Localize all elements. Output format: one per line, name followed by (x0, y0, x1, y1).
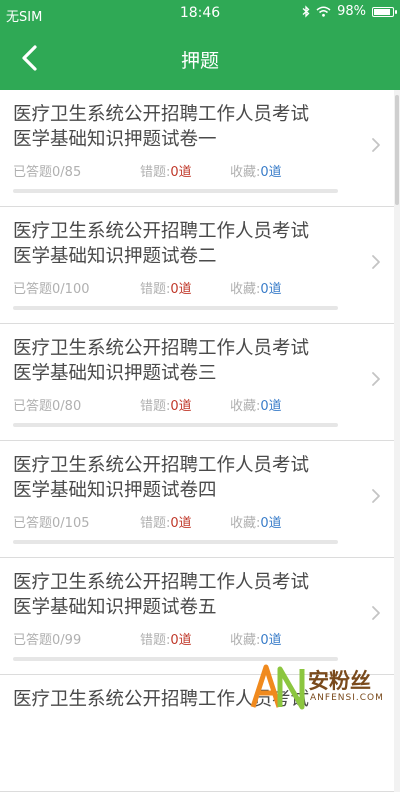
answered-value: 0/99 (52, 633, 82, 648)
wrong-value: 0道 (170, 516, 192, 531)
exam-title-line1: 医疗卫生系统公开招聘工作人员考试 (13, 338, 310, 359)
answered-count: 已答题0/105 (13, 512, 89, 531)
favorite-label: 收藏: (230, 165, 261, 180)
favorite-value: 0道 (260, 282, 282, 297)
status-icons: 98% (302, 4, 397, 19)
progress-bar (13, 540, 338, 544)
chevron-right-icon (372, 255, 380, 269)
wrong-label: 错题: (140, 516, 171, 531)
exam-title-line2: 医学基础知识押题试卷一 (13, 129, 217, 150)
wrong-label: 错题: (140, 282, 171, 297)
wrong-value: 0道 (170, 633, 192, 648)
answered-count: 已答题0/100 (13, 278, 89, 297)
favorite-label: 收藏: (230, 516, 261, 531)
status-bar: 无SIM 18:46 98% (0, 0, 400, 27)
favorite-value: 0道 (260, 633, 282, 648)
watermark-subtext: ANFENSI.COM (310, 693, 384, 703)
wrong-count: 错题:0道 (140, 395, 192, 414)
answered-value: 0/100 (52, 282, 90, 297)
favorite-value: 0道 (260, 516, 282, 531)
answered-count: 已答题0/80 (13, 395, 81, 414)
watermark-text: 安粉丝 (308, 669, 371, 693)
exam-title-line1: 医疗卫生系统公开招聘工作人员考试 (13, 104, 310, 125)
battery-percent: 98% (337, 4, 366, 19)
exam-title-line1: 医疗卫生系统公开招聘工作人员考试 (13, 572, 310, 593)
exam-item[interactable]: 医疗卫生系统公开招聘工作人员考试 医学基础知识押题试卷五 已答题0/99 错题:0道收… (0, 558, 394, 675)
exam-title: 医疗卫生系统公开招聘工作人员考试 医学基础知识押题试卷一 (13, 102, 343, 152)
exam-item[interactable]: 医疗卫生系统公开招聘工作人员考试 医学基础知识押题试卷一 已答题0/85 错题:0道收… (0, 90, 394, 207)
exam-title: 医疗卫生系统公开招聘工作人员考试 医学基础知识押题试卷三 (13, 336, 343, 386)
scrollbar-thumb[interactable] (395, 95, 399, 205)
wrong-count: 错题:0道 (140, 629, 192, 648)
answered-value: 0/80 (52, 399, 82, 414)
answered-label: 已答题 (13, 633, 53, 648)
bluetooth-icon (302, 5, 310, 18)
favorite-label: 收藏: (230, 399, 261, 414)
page-title: 押题 (180, 50, 219, 72)
exam-item[interactable]: 医疗卫生系统公开招聘工作人员考试 医学基础知识押题试卷三 已答题0/80 错题:0道收… (0, 324, 394, 441)
exam-item[interactable]: 医疗卫生系统公开招聘工作人员考试 医学基础知识押题试卷二 已答题0/100 错题:0道… (0, 207, 394, 324)
answered-label: 已答题 (13, 399, 53, 414)
battery-fill (374, 8, 390, 15)
exam-title: 医疗卫生系统公开招聘工作人员考试 医学基础知识押题试卷四 (13, 453, 343, 503)
progress-bar (13, 189, 338, 193)
favorite-label: 收藏: (230, 633, 261, 648)
wifi-icon (316, 6, 331, 17)
answered-count: 已答题0/85 (13, 161, 81, 180)
favorite-value: 0道 (260, 165, 282, 180)
watermark-logo: 安粉丝 ANFENSI.COM (250, 661, 400, 711)
progress-bar (13, 306, 338, 310)
exam-item[interactable]: 医疗卫生系统公开招聘工作人员考试 医学基础知识押题试卷四 已答题0/105 错题:0道… (0, 441, 394, 558)
exam-title: 医疗卫生系统公开招聘工作人员考试 医学基础知识押题试卷二 (13, 219, 343, 269)
answered-label: 已答题 (13, 516, 53, 531)
exam-title-line2: 医学基础知识押题试卷四 (13, 480, 217, 501)
wrong-count: 错题:0道 (140, 278, 192, 297)
chevron-right-icon (372, 489, 380, 503)
wrong-value: 0道 (170, 399, 192, 414)
battery-icon (372, 6, 397, 17)
wrong-count: 错题:0道 (140, 512, 192, 531)
chevron-right-icon (372, 372, 380, 386)
answered-count: 已答题0/99 (13, 629, 81, 648)
answered-label: 已答题 (13, 165, 53, 180)
chevron-right-icon (372, 138, 380, 152)
wrong-value: 0道 (170, 165, 192, 180)
wrong-value: 0道 (170, 282, 192, 297)
favorite-label: 收藏: (230, 282, 261, 297)
exam-title-line1: 医疗卫生系统公开招聘工作人员考试 (13, 221, 310, 242)
answered-label: 已答题 (13, 282, 53, 297)
favorite-count: 收藏:0道 (230, 629, 282, 648)
answered-value: 0/85 (52, 165, 82, 180)
exam-title-line2: 医学基础知识押题试卷三 (13, 363, 217, 384)
wrong-label: 错题: (140, 633, 171, 648)
favorite-value: 0道 (260, 399, 282, 414)
exam-title-line2: 医学基础知识押题试卷二 (13, 246, 217, 267)
exam-title-line2: 医学基础知识押题试卷五 (13, 597, 217, 618)
wrong-label: 错题: (140, 165, 171, 180)
answered-value: 0/105 (52, 516, 90, 531)
exam-title-line1: 医疗卫生系统公开招聘工作人员考试 (13, 455, 310, 476)
watermark-an-icon (250, 664, 305, 710)
favorite-count: 收藏:0道 (230, 512, 282, 531)
favorite-count: 收藏:0道 (230, 161, 282, 180)
favorite-count: 收藏:0道 (230, 395, 282, 414)
nav-bar: 押题 (0, 27, 400, 90)
favorite-count: 收藏:0道 (230, 278, 282, 297)
wrong-label: 错题: (140, 399, 171, 414)
chevron-right-icon (372, 606, 380, 620)
wrong-count: 错题:0道 (140, 161, 192, 180)
exam-title: 医疗卫生系统公开招聘工作人员考试 医学基础知识押题试卷五 (13, 570, 343, 620)
progress-bar (13, 423, 338, 427)
